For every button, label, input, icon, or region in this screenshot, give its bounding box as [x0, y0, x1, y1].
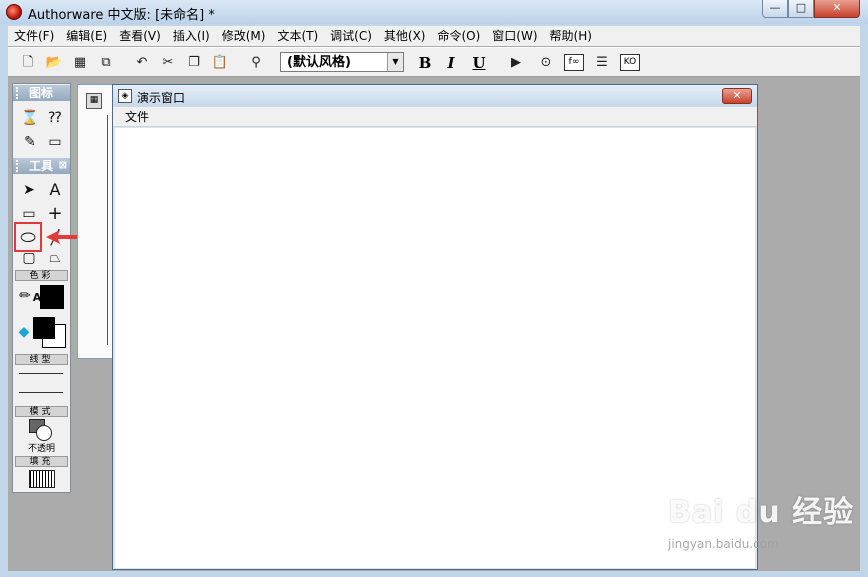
import-icon[interactable]: ⧉ — [96, 53, 116, 73]
presentation-menu-file[interactable]: 文件 — [125, 107, 149, 127]
cut-icon[interactable]: ✂ — [158, 53, 178, 73]
presentation-window-close-button[interactable]: ✕ — [722, 88, 752, 104]
menu-debug[interactable]: 调试(C) — [324, 26, 378, 46]
menu-help[interactable]: 帮助(H) — [544, 26, 598, 46]
foreground-color-swatch[interactable] — [33, 317, 55, 339]
menu-view[interactable]: 查看(V) — [113, 26, 167, 46]
mode-section-label: 模式 — [15, 406, 68, 417]
close-button[interactable]: ✕ — [814, 0, 860, 18]
polygon-tool-icon[interactable]: ⏢ — [45, 248, 65, 268]
presentation-window-title-bar[interactable] — [113, 85, 757, 107]
mode-circle-icon — [36, 425, 52, 441]
color-section-label: 色彩 — [15, 270, 68, 281]
bold-button[interactable]: B — [416, 53, 434, 73]
functions-button[interactable]: f∞ — [564, 54, 584, 71]
variables-icon[interactable]: ☰ — [592, 53, 612, 73]
presentation-window-menu-bar: 文件 — [113, 107, 757, 127]
maximize-button[interactable]: □ — [788, 0, 814, 18]
presentation-window-icon: ◈ — [118, 89, 132, 103]
fill-section-label: 填充 — [15, 456, 68, 467]
run-icon[interactable]: ▶ — [506, 53, 526, 73]
watermark-url: jingyan.baidu.com — [668, 537, 779, 551]
display-icon[interactable]: ⌛ — [20, 108, 40, 128]
chevron-down-icon[interactable]: ▼ — [387, 53, 403, 71]
decision-icon[interactable]: ⁇ — [45, 108, 65, 128]
menu-text[interactable]: 文本(T) — [271, 26, 324, 46]
tools-panel-header[interactable]: 工具 ⊠ — [13, 158, 70, 174]
flowline-window-icon: ▦ — [86, 93, 102, 109]
presentation-window-title: 演示窗口 — [137, 91, 186, 105]
baidu-watermark: Bai du 经验 jingyan.baidu.com — [668, 487, 853, 557]
map-icon[interactable]: ▭ — [45, 132, 65, 152]
menu-modify[interactable]: 修改(M) — [216, 26, 272, 46]
icons-panel-header[interactable]: 图标 — [13, 85, 70, 101]
pointer-tool-icon[interactable]: ➤ — [19, 180, 39, 200]
menu-edit[interactable]: 编辑(E) — [60, 26, 113, 46]
watermark-logo: Bai du 经验 — [668, 495, 855, 530]
icons-panel-title: 图标 — [29, 86, 54, 100]
fill-pattern-swatch[interactable] — [29, 470, 55, 488]
tools-panel-title: 工具 — [29, 159, 54, 173]
mode-value-label[interactable]: 不透明 — [13, 441, 70, 454]
grip-icon[interactable] — [16, 87, 22, 99]
paint-bucket-icon: ◆ — [18, 324, 30, 340]
toolbar: 🗋 📂 ▦ ⧉ ↶ ✂ ❐ 📋 ⚲ (默认风格) ▼ B I U ▶ ⊙ f∞ … — [8, 47, 860, 77]
style-dropdown-value: (默认风格) — [287, 55, 351, 70]
line-section-label: 线型 — [15, 354, 68, 365]
ellipse-tool-highlight — [14, 222, 42, 252]
italic-button[interactable]: I — [442, 53, 460, 73]
close-icon[interactable]: ⊠ — [59, 158, 67, 174]
menu-insert[interactable]: 插入(I) — [167, 26, 216, 46]
minimize-button[interactable]: — — [762, 0, 788, 18]
menu-other[interactable]: 其他(X) — [378, 26, 432, 46]
underline-button[interactable]: U — [470, 53, 488, 73]
presentation-canvas[interactable] — [115, 128, 755, 568]
undo-icon[interactable]: ↶ — [132, 53, 152, 73]
knowledge-objects-button[interactable]: KO — [620, 54, 640, 71]
paste-icon[interactable]: 📋 — [210, 53, 230, 73]
menu-command[interactable]: 命令(O) — [431, 26, 486, 46]
tool-palette: 图标 ⌛ ⁇ ✎ ▭ 工具 ⊠ ➤ A ▭ + ⬭ ╱ ▢ ⏢ 色彩 ✏ A ◆… — [12, 83, 71, 493]
grip-icon[interactable] — [16, 160, 22, 172]
menu-file[interactable]: 文件(F) — [8, 26, 60, 46]
text-tool-icon[interactable]: A — [45, 180, 65, 200]
control-panel-icon[interactable]: ⊙ — [536, 53, 556, 73]
new-file-icon[interactable]: 🗋 — [18, 53, 38, 73]
find-icon[interactable]: ⚲ — [246, 53, 266, 73]
menu-window[interactable]: 窗口(W) — [486, 26, 543, 46]
line-style-thin[interactable] — [19, 373, 63, 374]
rectangle-tool-icon[interactable]: ▭ — [19, 204, 39, 224]
copy-icon[interactable]: ❐ — [184, 53, 204, 73]
line-tool-icon[interactable]: + — [45, 204, 65, 224]
calculation-icon[interactable]: ✎ — [20, 132, 40, 152]
flowline — [107, 115, 108, 345]
menu-bar: 文件(F) 编辑(E) 查看(V) 插入(I) 修改(M) 文本(T) 调试(C… — [8, 26, 860, 46]
authorware-logo-icon — [6, 4, 22, 20]
flowline-window[interactable]: ▦ — [77, 84, 117, 359]
line-color-swatch[interactable] — [40, 285, 64, 309]
line-style-default[interactable] — [19, 392, 63, 393]
save-all-icon[interactable]: ▦ — [70, 53, 90, 73]
window-title: Authorware 中文版: [未命名] * — [28, 8, 215, 23]
open-file-icon[interactable]: 📂 — [44, 53, 64, 73]
style-dropdown[interactable]: (默认风格) ▼ — [280, 52, 404, 72]
